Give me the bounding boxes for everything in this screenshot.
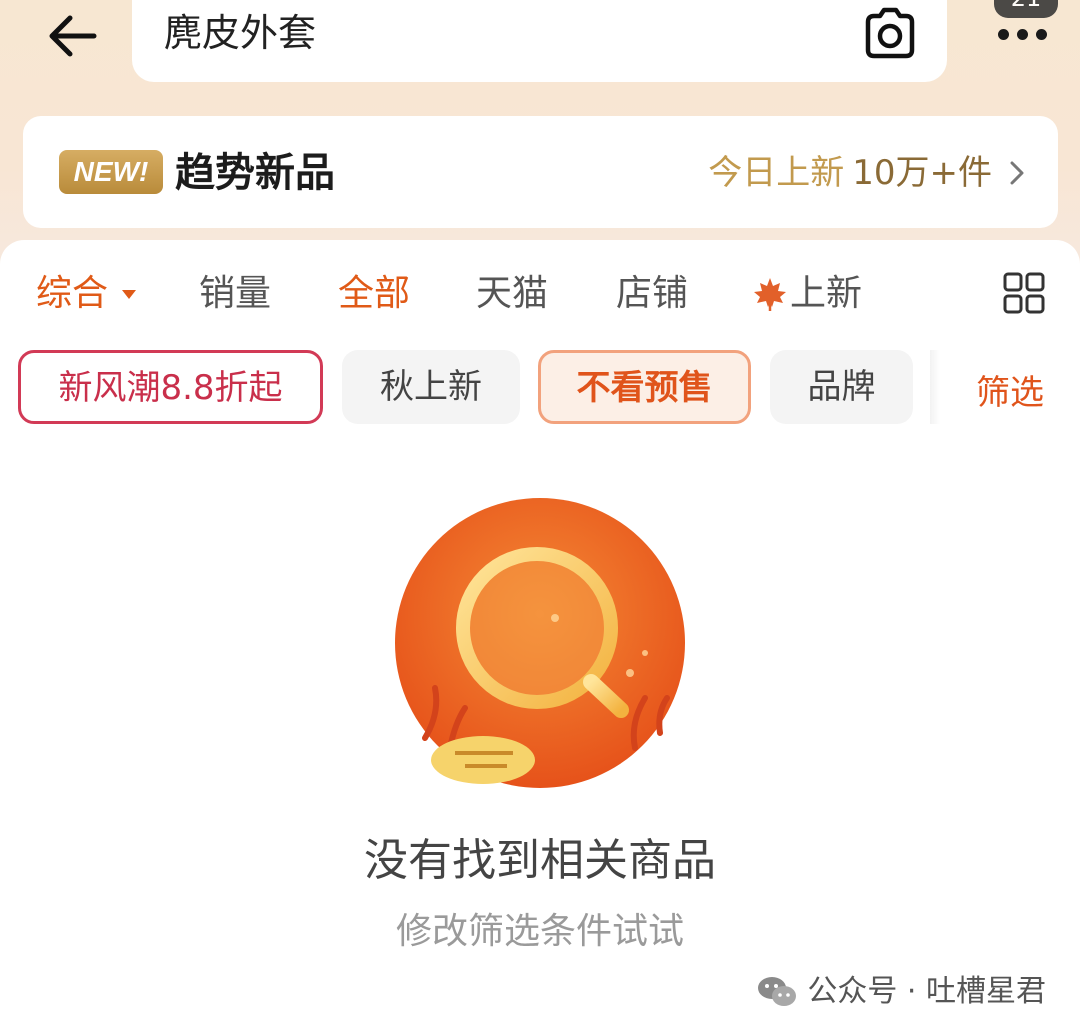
chevron-right-icon (1010, 161, 1024, 185)
chip-scroll-fade (930, 350, 940, 424)
sort-tab-store[interactable]: 店铺 (616, 270, 688, 318)
empty-state-subtitle: 修改筛选条件试试 (395, 911, 684, 952)
more-button[interactable] (990, 24, 1054, 44)
grid-view-icon[interactable] (1003, 272, 1045, 314)
sort-tab-new[interactable]: 上新 (790, 270, 862, 318)
sort-tab-tmall[interactable]: 天猫 (476, 270, 548, 318)
watermark: 公众号 · 吐槽星君 (757, 972, 1046, 1012)
more-dot (1016, 28, 1028, 40)
camera-button[interactable] (860, 4, 920, 64)
search-input[interactable]: 麂皮外套 (164, 8, 316, 58)
filter-button[interactable]: 筛选 (976, 370, 1044, 416)
more-dots-icon (997, 28, 1009, 40)
wechat-icon (758, 977, 797, 1006)
maple-leaf-icon (754, 278, 786, 311)
more-dot (1035, 28, 1047, 40)
camera-icon (865, 7, 915, 59)
filter-chip-promo[interactable]: 新风潮8.8折起 (18, 350, 323, 424)
back-arrow-icon (49, 15, 97, 57)
sort-tab-comprehensive[interactable]: 综合 (36, 270, 108, 318)
sort-tab-sales[interactable]: 销量 (199, 270, 271, 318)
empty-state-title: 没有找到相关商品 (364, 835, 716, 886)
trend-title: 趋势新品 (175, 150, 335, 196)
magnifier-illustration-icon (395, 498, 685, 788)
trend-link[interactable]: 今日上新 10万+件 (708, 150, 1028, 196)
caret-down-icon (122, 290, 136, 299)
watermark-text: 公众号 · 吐槽星君 (807, 974, 1046, 1009)
filter-chip-no-presale[interactable]: 不看预售 (538, 350, 751, 424)
filter-chip-brand[interactable]: 品牌 (770, 350, 913, 424)
sort-tab-all[interactable]: 全部 (338, 270, 410, 318)
back-button[interactable] (40, 8, 104, 64)
trend-count: 10万+件 (852, 153, 992, 193)
trend-today-label: 今日上新 (708, 153, 845, 193)
new-tag: NEW! (59, 150, 163, 194)
search-box[interactable]: 麂皮外套 (132, 0, 947, 82)
message-badge: 21 (994, 0, 1058, 18)
trend-banner[interactable]: NEW! 趋势新品 今日上新 10万+件 (23, 116, 1058, 228)
filter-chip-autumn-new[interactable]: 秋上新 (342, 350, 520, 424)
